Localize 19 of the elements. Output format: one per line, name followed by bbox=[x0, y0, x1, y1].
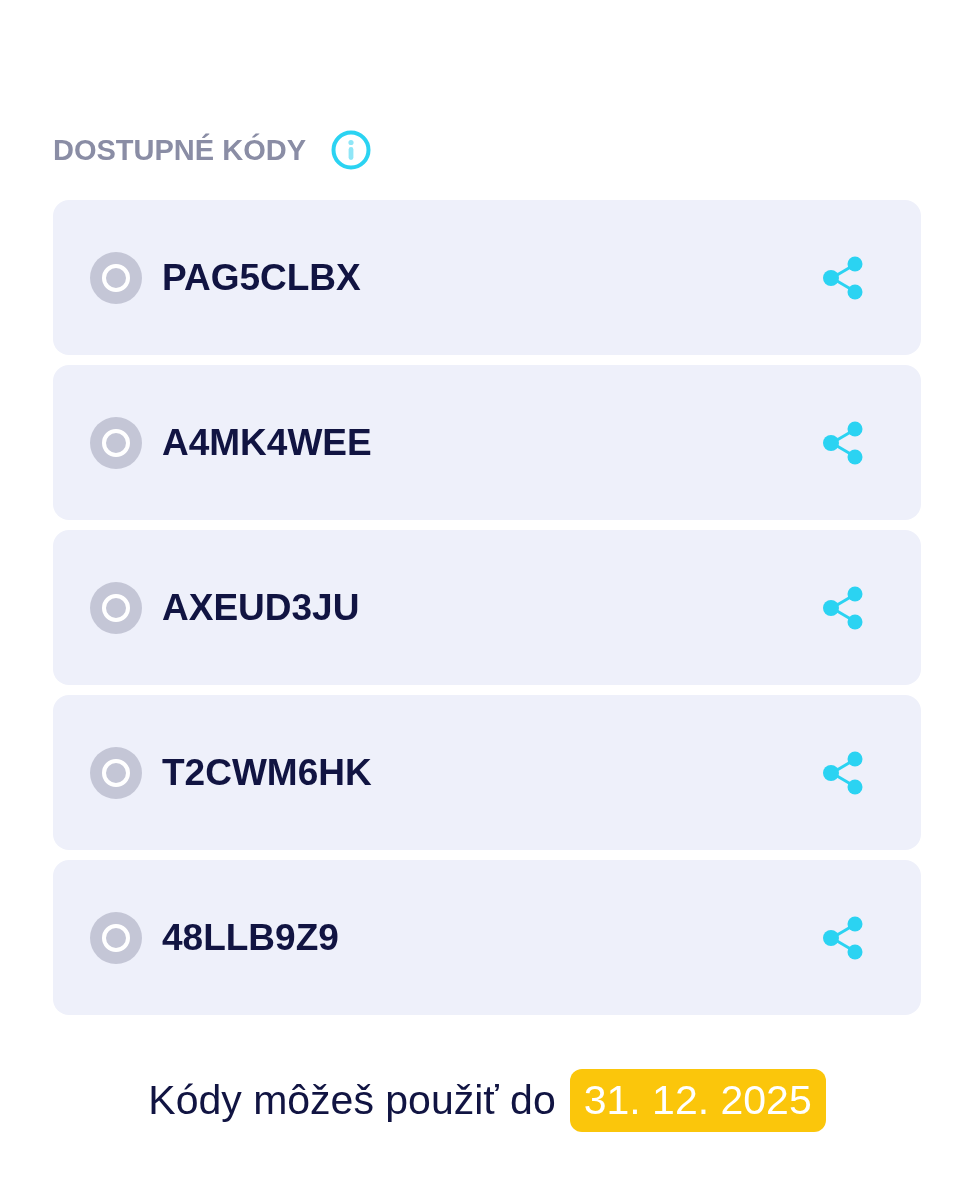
radio-button[interactable] bbox=[90, 911, 142, 964]
code-text: T2CWM6HK bbox=[162, 754, 373, 791]
share-icon[interactable] bbox=[822, 254, 864, 301]
radio-button[interactable] bbox=[90, 581, 142, 634]
share-icon[interactable] bbox=[822, 914, 864, 961]
code-text: AXEUD3JU bbox=[162, 589, 361, 626]
expiry-date: 31. 12. 2025 bbox=[569, 1069, 826, 1132]
section-heading: DOSTUPNÉ KÓDY bbox=[53, 135, 306, 165]
code-text: PAG5CLBX bbox=[162, 259, 362, 296]
code-text: A4MK4WEE bbox=[162, 424, 373, 461]
radio-button[interactable] bbox=[90, 746, 142, 799]
radio-button[interactable] bbox=[90, 416, 142, 469]
share-icon[interactable] bbox=[822, 584, 864, 631]
share-icon[interactable] bbox=[822, 749, 864, 796]
validity-text: Kódy môžeš použiť do bbox=[148, 1080, 556, 1121]
radio-button[interactable] bbox=[90, 251, 142, 304]
info-icon[interactable] bbox=[331, 130, 371, 170]
share-icon[interactable] bbox=[822, 419, 864, 466]
code-text: 48LLB9Z9 bbox=[162, 919, 340, 956]
